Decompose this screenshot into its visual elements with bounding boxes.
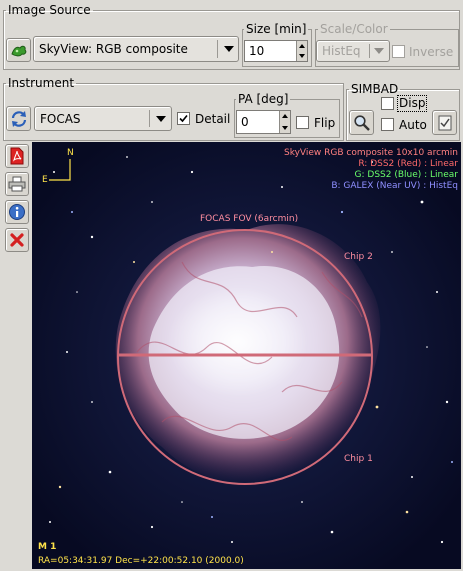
inverse-label: Inverse	[409, 45, 454, 59]
detail-label: Detail	[195, 112, 231, 126]
info-icon	[9, 204, 25, 220]
flip-label: Flip	[314, 116, 336, 130]
info-line-green: G: DSS2 (Blue) : Linear	[354, 170, 458, 180]
spin-down-icon	[282, 126, 288, 130]
scale-select[interactable]: HistEq	[316, 40, 390, 62]
scale-selected-value: HistEq	[322, 44, 361, 58]
chevron-down-icon	[374, 48, 384, 54]
compass-n-label: N	[67, 148, 74, 158]
sky-survey-icon	[10, 45, 26, 57]
refresh-icon	[11, 110, 26, 127]
info-line-title: SkyView RGB composite 10x10 arcmin	[284, 148, 458, 158]
spin-up-icon	[299, 44, 305, 48]
save-pdf-button[interactable]	[5, 144, 29, 168]
size-label: Size [min]	[246, 22, 307, 36]
refresh-button[interactable]	[6, 106, 31, 131]
survey-selected-value: SkyView: RGB composite	[39, 42, 188, 56]
simbad-title: SIMBAD	[351, 82, 399, 96]
spin-up-icon	[282, 114, 288, 118]
chip1-label: Chip 1	[344, 454, 373, 464]
instrument-selected-value: FOCAS	[40, 111, 81, 126]
size-value: 10	[249, 44, 265, 58]
disp-checkbox[interactable]	[381, 97, 394, 110]
checkmark-icon	[179, 114, 188, 123]
catalog-list-icon	[438, 115, 451, 130]
compass-e-label: E	[42, 175, 48, 185]
chip2-label: Chip 2	[344, 252, 373, 262]
detail-checkbox[interactable]	[177, 112, 190, 125]
pa-spinner[interactable]	[279, 111, 290, 133]
flip-checkbox[interactable]	[296, 116, 309, 129]
info-button[interactable]	[5, 200, 29, 224]
sky-image-view[interactable]: N E SkyView RGB composite 10x10 arcmin R…	[32, 142, 461, 569]
size-input[interactable]: 10	[244, 40, 308, 62]
instrument-select[interactable]: FOCAS	[34, 106, 172, 131]
simbad-search-button[interactable]	[349, 110, 374, 135]
chevron-down-icon	[156, 115, 166, 122]
pa-label: PA [deg]	[238, 92, 289, 106]
instrument-title: Instrument	[8, 76, 75, 90]
print-button[interactable]	[5, 172, 29, 196]
size-spinner[interactable]	[296, 41, 307, 61]
close-icon	[10, 233, 24, 247]
image-info-block: SkyView RGB composite 10x10 arcmin R: DS…	[284, 148, 458, 192]
survey-button[interactable]	[6, 38, 31, 62]
chevron-down-icon	[224, 46, 234, 52]
spin-down-icon	[299, 54, 305, 58]
pdf-icon	[10, 147, 24, 165]
print-icon	[8, 176, 26, 192]
scale-color-label: Scale/Color	[320, 22, 388, 36]
pa-input[interactable]: 0	[236, 110, 291, 134]
close-button[interactable]	[5, 228, 29, 252]
image-source-title: Image Source	[8, 3, 91, 17]
inverse-checkbox[interactable]	[392, 45, 405, 58]
simbad-list-button[interactable]	[432, 110, 457, 135]
fov-label: FOCAS FOV (6arcmin)	[200, 214, 299, 224]
magnifier-icon	[353, 114, 370, 131]
disp-label: Disp	[397, 95, 428, 112]
info-line-red: R: DSS2 (Red) : Linear	[358, 159, 458, 169]
auto-checkbox[interactable]	[381, 118, 394, 131]
coordinates-readout: RA=05:34:31.97 Dec=+22:00:52.10 (2000.0)	[38, 556, 244, 566]
survey-select[interactable]: SkyView: RGB composite	[33, 36, 239, 62]
object-name: M 1	[38, 542, 57, 552]
pa-value: 0	[241, 115, 249, 129]
auto-label: Auto	[399, 118, 427, 132]
info-line-blue: B: GALEX (Near UV) : HistEq	[331, 181, 458, 191]
sky-image	[32, 142, 461, 569]
